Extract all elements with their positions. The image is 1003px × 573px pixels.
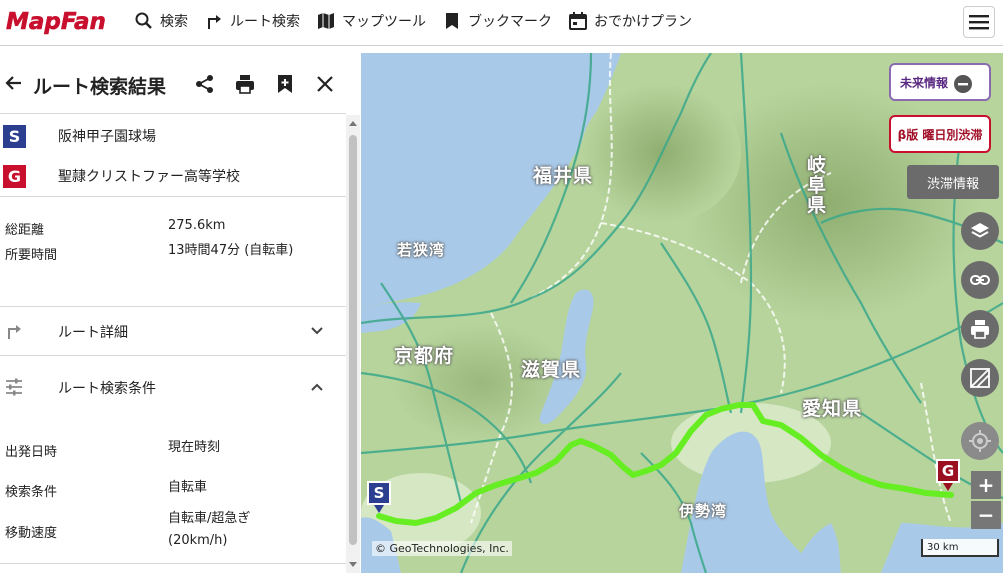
goal-pin-tail — [943, 483, 953, 491]
route-detail-section[interactable]: ルート詳細 — [0, 307, 346, 355]
route-result-panel: ルート検索結果 S 阪神甲子園球場 G 聖隷クリストファー高等学校 総距離 27… — [0, 53, 361, 573]
panel-title-row: ルート検索結果 — [0, 53, 346, 113]
map-label-aichi: 愛知県 — [802, 398, 863, 420]
mapfan-logo[interactable]: MapFan — [4, 7, 124, 36]
nav-route-search-label: ルート検索 — [230, 14, 300, 30]
nav-map-tools[interactable]: マップツール — [316, 11, 426, 31]
map-label-gifu: 岐阜県 — [804, 155, 826, 215]
divider — [0, 113, 346, 114]
search-condition-value: 自転車 — [168, 480, 208, 495]
bookmark-add-icon[interactable] — [274, 73, 296, 95]
future-info-label: 未来情報 — [900, 75, 949, 90]
start-pin[interactable]: S — [367, 481, 391, 513]
crosshair-icon — [969, 430, 991, 452]
goal-pin-badge: G — [936, 459, 960, 483]
link-button[interactable] — [961, 261, 999, 299]
print-icon — [971, 320, 989, 339]
nav-outing-plan-label: おでかけプラン — [594, 14, 692, 30]
hamburger-menu-button[interactable] — [963, 6, 995, 38]
link-icon — [970, 275, 990, 285]
start-pin-tail — [374, 505, 384, 513]
current-location-button[interactable] — [961, 422, 999, 460]
traffic-info-label: 渋滞情報 — [926, 176, 979, 192]
speed-value-line2: (20km/h) — [168, 533, 228, 548]
minus-circle-icon — [954, 75, 972, 93]
route-turn-icon — [208, 15, 221, 29]
nav-map-tools-label: マップツール — [342, 14, 426, 30]
hamburger-icon — [969, 15, 989, 30]
map-label-wakasa-bay: 若狭湾 — [397, 241, 446, 259]
chevron-up-icon — [311, 383, 323, 391]
close-icon[interactable] — [314, 73, 336, 95]
map-label-kyoto: 京都府 — [394, 345, 455, 367]
weekday-traffic-button[interactable]: β版 曜日別渋滞 — [889, 115, 991, 153]
zoom-out-button[interactable]: − — [971, 501, 1001, 529]
distance-label: 総距離 — [5, 223, 45, 238]
route-turn-icon — [8, 325, 21, 339]
start-point-name: 阪神甲子園球場 — [58, 129, 156, 145]
map-canvas[interactable]: 福井県 岐阜県 若狭湾 京都府 滋賀県 愛知県 伊勢湾 S G 未来情報 β版 … — [361, 53, 1003, 573]
bookmark-icon — [446, 13, 458, 29]
terrain-icon — [970, 368, 990, 388]
route-conditions-section[interactable]: ルート検索条件 — [0, 363, 346, 411]
map-style-button[interactable] — [961, 359, 999, 397]
distance-value: 275.6km — [168, 218, 226, 233]
map-attribution: © GeoTechnologies, Inc. — [372, 541, 512, 556]
time-label: 所要時間 — [5, 248, 58, 263]
future-info-button[interactable]: 未来情報 — [889, 63, 991, 101]
divider — [0, 563, 346, 564]
divider — [0, 196, 346, 197]
search-condition-label: 検索条件 — [5, 485, 58, 500]
page-title: ルート検索結果 — [33, 76, 167, 98]
layers-icon — [971, 223, 989, 238]
map-icon — [318, 13, 334, 29]
speed-value-line1: 自転車/超急ぎ — [168, 511, 251, 526]
back-arrow-icon[interactable] — [4, 73, 24, 93]
goal-pin[interactable]: G — [936, 459, 960, 491]
route-conditions-label: ルート検索条件 — [58, 381, 156, 397]
nav-search-label: 検索 — [160, 14, 188, 30]
goal-badge: G — [3, 164, 26, 188]
map-print-button[interactable] — [961, 310, 999, 348]
zoom-in-button[interactable]: + — [971, 471, 1001, 499]
start-point-row[interactable]: S 阪神甲子園球場 — [0, 119, 346, 153]
speed-label: 移動速度 — [5, 526, 58, 541]
time-value: 13時間47分 (自転車) — [168, 243, 294, 258]
route-detail-label: ルート詳細 — [58, 325, 128, 341]
scroll-down-arrow-icon[interactable] — [349, 562, 357, 567]
tune-icon — [6, 378, 22, 396]
scroll-up-arrow-icon[interactable] — [349, 121, 357, 126]
departure-label: 出発日時 — [5, 445, 58, 460]
main-nav: 検索 ルート検索 マップツール ブックマーク おでかけプラン — [134, 9, 708, 33]
start-badge: S — [3, 124, 26, 148]
print-icon[interactable] — [234, 73, 256, 95]
departure-value: 現在時刻 — [168, 440, 221, 455]
svg-text:MapFan: MapFan — [6, 9, 106, 35]
start-pin-badge: S — [367, 481, 391, 505]
goal-point-name: 聖隷クリストファー高等学校 — [58, 169, 240, 185]
map-label-shiga: 滋賀県 — [521, 359, 582, 381]
nav-outing-plan[interactable]: おでかけプラン — [568, 11, 692, 31]
map-label-fukui: 福井県 — [533, 165, 594, 187]
layers-button[interactable] — [961, 212, 999, 250]
top-header: MapFan 検索 ルート検索 マップツール ブックマーク おでかけプラン — [0, 0, 1003, 46]
nav-route-search[interactable]: ルート検索 — [204, 11, 300, 31]
goal-point-row[interactable]: G 聖隷クリストファー高等学校 — [0, 159, 346, 193]
scroll-thumb[interactable] — [349, 135, 357, 545]
share-icon[interactable] — [194, 73, 216, 95]
calendar-icon — [569, 12, 587, 30]
weekday-traffic-label: β版 曜日別渋滞 — [897, 127, 983, 142]
map-label-ise-bay: 伊勢湾 — [679, 502, 728, 520]
traffic-info-button[interactable]: 渋滞情報 — [907, 165, 999, 199]
nav-bookmark-label: ブックマーク — [468, 14, 552, 30]
panel-scrollbar[interactable] — [346, 115, 360, 573]
chevron-down-icon — [311, 327, 323, 335]
nav-search[interactable]: 検索 — [134, 11, 188, 31]
search-icon — [135, 12, 152, 29]
divider — [0, 355, 346, 356]
map-scale-bar: 30 km — [921, 539, 999, 557]
nav-bookmark[interactable]: ブックマーク — [442, 11, 552, 31]
